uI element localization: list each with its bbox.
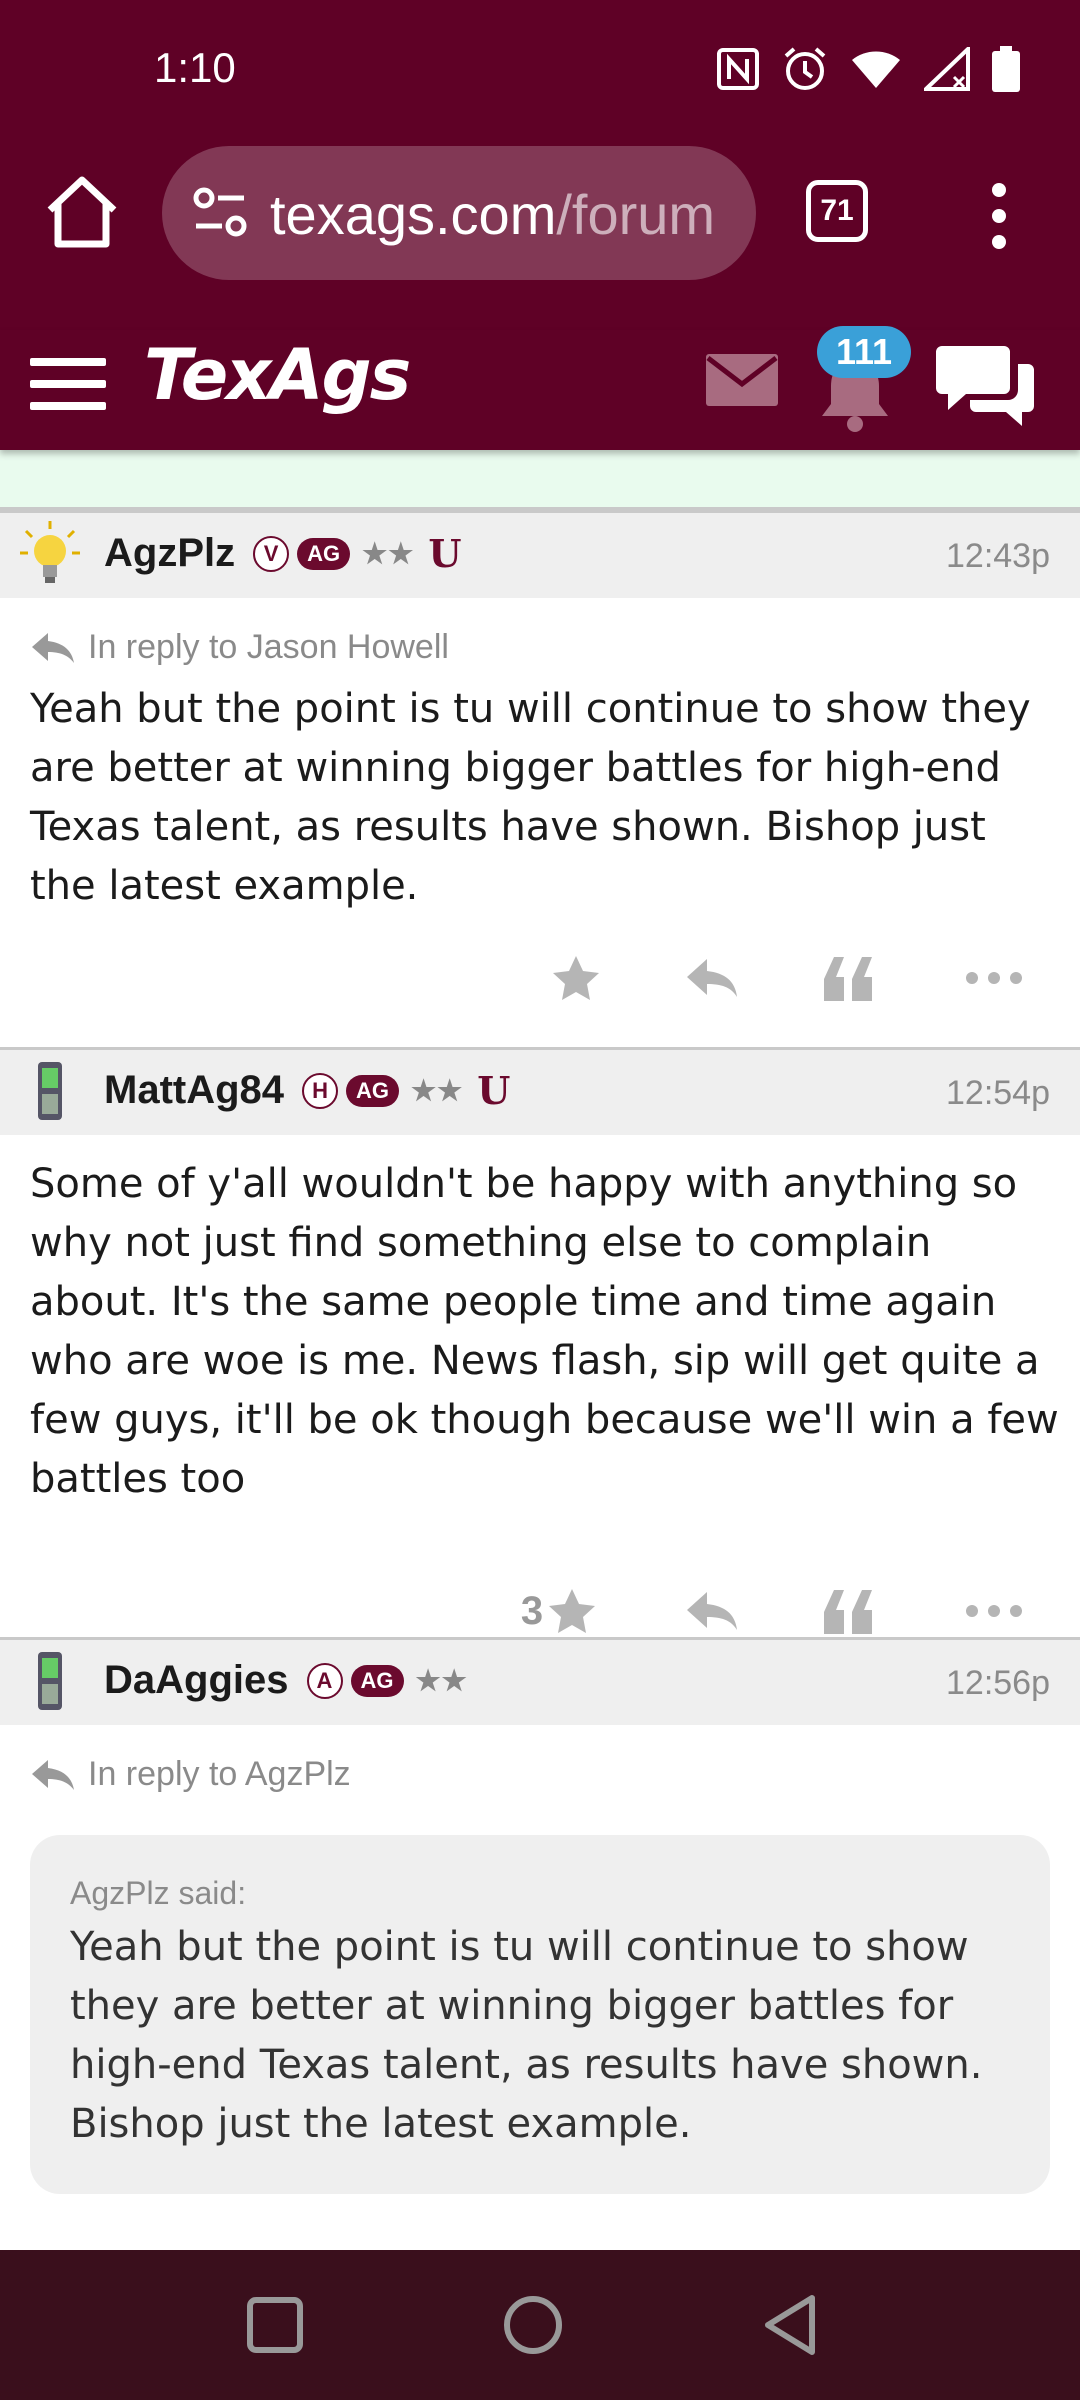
member-badge: V — [253, 535, 290, 572]
quote-author: AgzPlz said: — [70, 1875, 247, 1911]
phone-icon — [38, 1062, 62, 1120]
lightbulb-icon — [20, 521, 80, 583]
browser-toolbar: texags.com/forum 71 — [0, 140, 1080, 285]
reply-arrow-icon — [32, 632, 74, 663]
post-header: MattAg84 H AG ★★ U 12:54p — [0, 1047, 1080, 1135]
post-time[interactable]: 12:56p — [946, 1664, 1050, 1703]
post: MattAg84 H AG ★★ U 12:54p Some of y'all … — [0, 1047, 1080, 1637]
rank-stars: ★★ — [362, 538, 415, 569]
rank-stars: ★★ — [415, 1665, 468, 1696]
system-nav-bar — [0, 2250, 1080, 2400]
team-logo-icon: U — [477, 1068, 511, 1113]
more-actions-button[interactable] — [956, 938, 1032, 1018]
phone-icon — [38, 1652, 62, 1710]
previous-post-footer — [0, 450, 1080, 510]
recents-icon[interactable] — [240, 2290, 310, 2360]
status-icons — [716, 46, 1020, 92]
more-horizontal-icon — [966, 972, 1022, 984]
notification-badge[interactable]: 111 — [817, 326, 911, 378]
post-actions — [0, 938, 1080, 1018]
post-username[interactable]: DaAggies A AG ★★ — [104, 1658, 468, 1703]
site-header: TexAgs 111 — [0, 326, 1080, 450]
post-time[interactable]: 12:43p — [946, 537, 1050, 576]
reply-to-text[interactable]: In reply to AgzPlz — [88, 1755, 351, 1794]
ag-badge: AG — [350, 1664, 404, 1697]
member-badge: H — [302, 1072, 339, 1109]
post-header: DaAggies A AG ★★ 12:56p — [0, 1637, 1080, 1725]
quote-icon — [824, 1590, 872, 1634]
site-logo[interactable]: TexAgs — [144, 334, 411, 416]
reply-button[interactable] — [674, 938, 750, 1018]
member-badge: A — [306, 1662, 343, 1699]
ag-badge: AG — [346, 1074, 400, 1107]
post-body: Yeah but the point is tu will continue t… — [30, 686, 1031, 909]
team-logo-icon: U — [428, 531, 462, 576]
post-username[interactable]: MattAg84 H AG ★★ U — [104, 1068, 510, 1113]
menu-icon[interactable] — [30, 348, 108, 420]
battery-icon — [992, 46, 1020, 92]
username[interactable]: DaAggies — [104, 1658, 289, 1703]
tab-switcher-button[interactable]: 71 — [806, 180, 868, 242]
star-count: 3 — [520, 1588, 544, 1633]
username[interactable]: AgzPlz — [104, 531, 235, 576]
url-bar[interactable]: texags.com/forum — [162, 146, 756, 280]
post: DaAggies A AG ★★ 12:56p In reply to AgzP… — [0, 1637, 1080, 2250]
site-settings-icon[interactable] — [192, 186, 248, 238]
alarm-icon — [784, 47, 826, 90]
star-button[interactable] — [538, 938, 614, 1018]
back-icon[interactable] — [756, 2290, 826, 2360]
rank-stars: ★★ — [411, 1075, 464, 1106]
nfc-icon — [717, 48, 759, 90]
quote-block: AgzPlz said: Yeah but the point is tu wi… — [30, 1835, 1050, 2194]
reply-to-text[interactable]: In reply to Jason Howell — [88, 628, 449, 667]
signal-icon — [924, 47, 970, 91]
post-username[interactable]: AgzPlz V AG ★★ U — [104, 531, 461, 576]
url-domain: texags.com — [270, 183, 557, 246]
more-options-icon[interactable] — [976, 180, 1022, 252]
reply-to-link[interactable]: In reply to AgzPlz — [30, 1755, 351, 1794]
reply-arrow-icon — [32, 1759, 74, 1790]
reply-icon — [687, 1592, 737, 1630]
post-body: Some of y'all wouldn't be happy with any… — [30, 1161, 1059, 1502]
home-circle-icon[interactable] — [498, 2290, 568, 2360]
username[interactable]: MattAg84 — [104, 1068, 284, 1113]
status-time: 1:10 — [154, 44, 236, 91]
quote-text: Yeah but the point is tu will continue t… — [70, 1924, 983, 2147]
post: AgzPlz V AG ★★ U 12:43p In reply to Jaso… — [0, 510, 1080, 1047]
more-horizontal-icon — [966, 1605, 1022, 1617]
reply-to-link[interactable]: In reply to Jason Howell — [30, 628, 449, 667]
url-text: texags.com/forum — [270, 182, 715, 247]
post-time[interactable]: 12:54p — [946, 1074, 1050, 1113]
quote-button[interactable] — [810, 938, 886, 1018]
ag-badge: AG — [297, 537, 351, 570]
home-icon[interactable] — [40, 170, 124, 254]
post-header: AgzPlz V AG ★★ U 12:43p — [0, 510, 1080, 598]
star-icon — [553, 956, 599, 1000]
status-bar: 1:10 — [0, 0, 1080, 140]
browser-chrome: 1:10 texags.com/forum 71 — [0, 0, 1080, 330]
url-path: /forum — [556, 183, 716, 246]
star-icon — [549, 1589, 596, 1633]
wifi-icon — [852, 51, 900, 88]
quote-icon — [824, 957, 872, 1001]
reply-icon — [687, 959, 737, 997]
mail-icon[interactable] — [706, 354, 778, 406]
chat-icon[interactable] — [936, 340, 1036, 426]
